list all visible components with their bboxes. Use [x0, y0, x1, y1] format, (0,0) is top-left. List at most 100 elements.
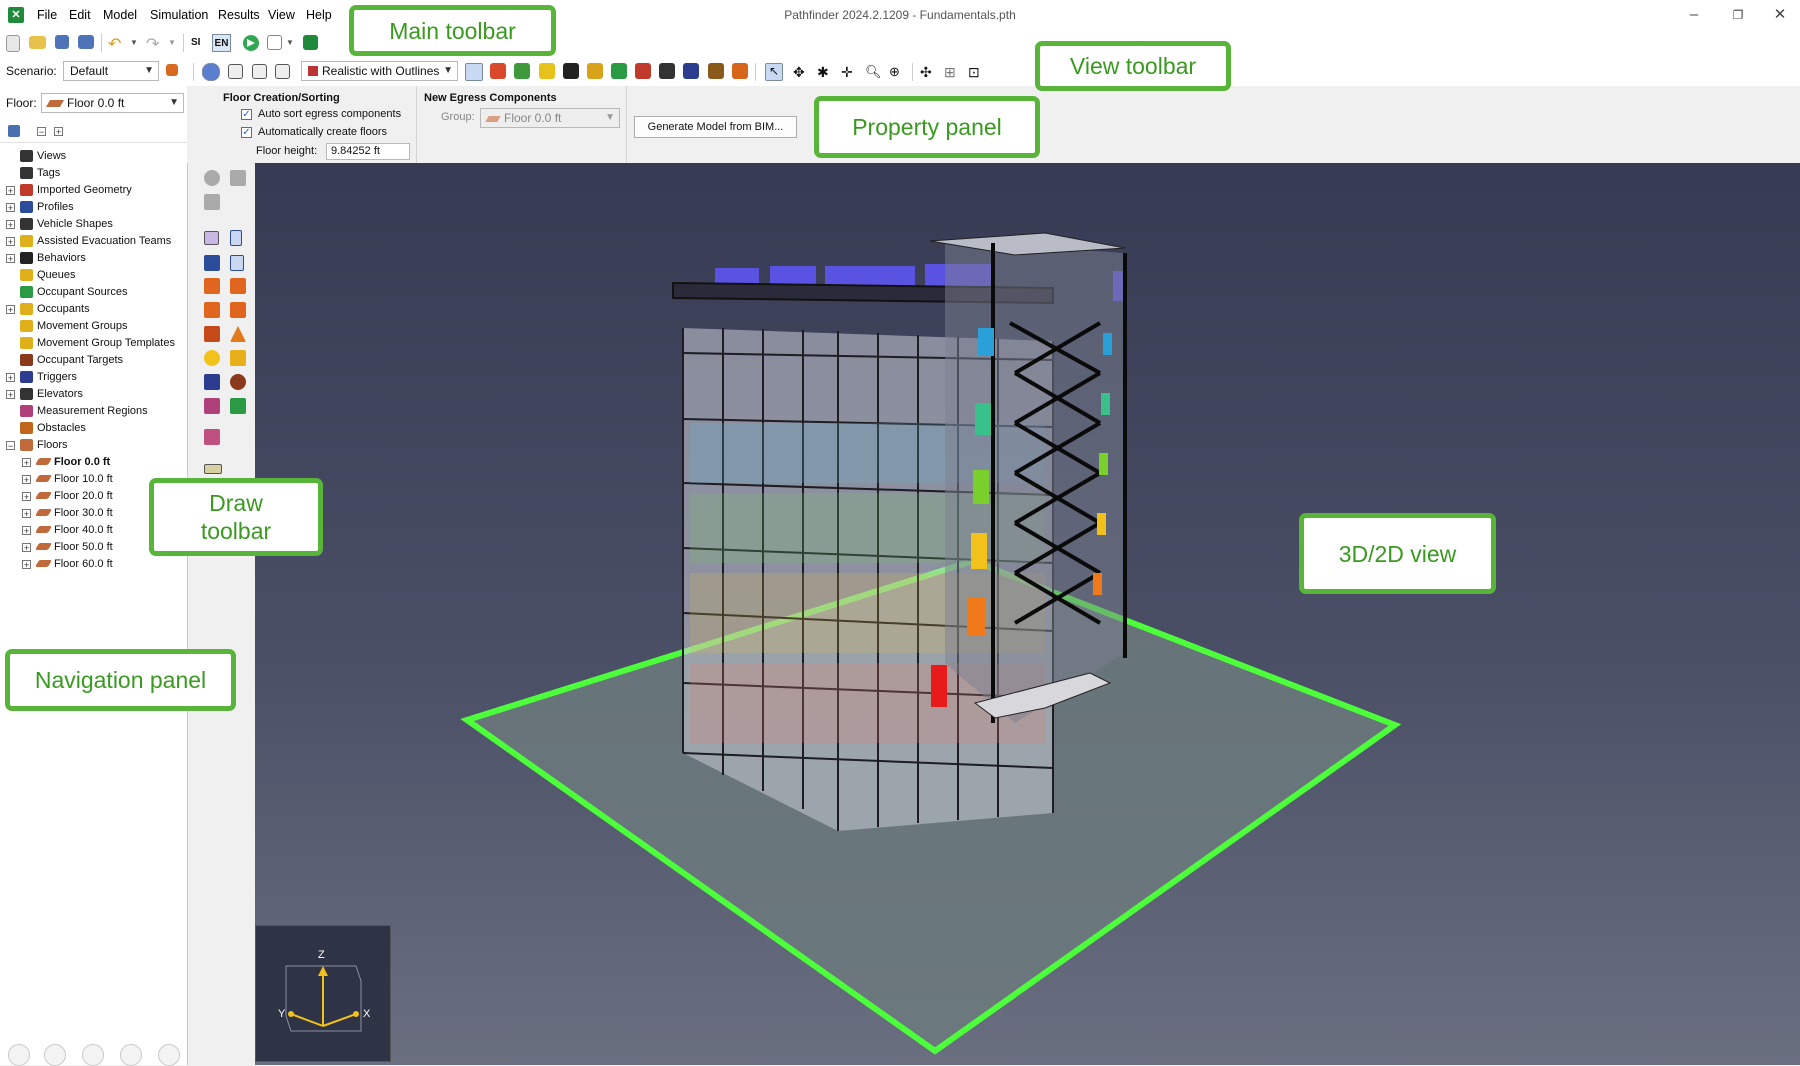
show-elevators-icon[interactable]	[708, 63, 724, 79]
ramp-icon[interactable]	[230, 278, 246, 294]
close-button[interactable]: ✕	[1760, 4, 1800, 26]
tree-expander-icon[interactable]: +	[6, 373, 15, 383]
zoom-box-icon[interactable]: ⊕	[889, 64, 900, 80]
view-paste-icon[interactable]	[252, 64, 267, 79]
tree-item-imported-geometry[interactable]: Imported Geometry	[37, 182, 132, 198]
target-icon[interactable]	[230, 374, 246, 390]
zoom-selected-icon[interactable]: ⊡	[968, 64, 980, 81]
tree-expander-icon[interactable]: +	[22, 560, 31, 570]
open-folder-icon[interactable]	[29, 36, 46, 49]
tree-expander-icon[interactable]: +	[22, 526, 31, 536]
group-select[interactable]: Floor 0.0 ft ▼	[480, 108, 620, 128]
tree-item-views[interactable]: Views	[37, 148, 66, 164]
redo-icon[interactable]: ↷	[146, 34, 159, 54]
tree-item-movement-group-templates[interactable]: Movement Group Templates	[37, 335, 175, 351]
tree-expander-icon[interactable]: +	[6, 186, 15, 196]
show-targets-icon[interactable]	[659, 63, 675, 79]
minimize-button[interactable]: –	[1674, 4, 1714, 26]
show-regions-icon[interactable]	[635, 63, 651, 79]
nav-filter-icon[interactable]	[8, 125, 20, 137]
copy-icon[interactable]	[120, 1044, 142, 1066]
tree-expander-icon[interactable]: +	[6, 390, 15, 400]
si-units-button[interactable]: SI	[191, 37, 200, 48]
floor-select[interactable]: Floor 0.0 ft ▼	[41, 93, 184, 113]
restore-button[interactable]: ❐	[1718, 4, 1758, 26]
tree-item-behaviors[interactable]: Behaviors	[37, 250, 86, 266]
run-results-icon[interactable]	[303, 35, 318, 50]
undo-dropdown-icon[interactable]: ▼	[130, 38, 138, 47]
rotate-tool-icon[interactable]	[230, 170, 246, 186]
scenario-select[interactable]: Default ▼	[63, 61, 159, 81]
tree-floor-item[interactable]: Floor 60.0 ft	[54, 556, 113, 572]
tree-expander-icon[interactable]: −	[6, 441, 15, 451]
forward-icon[interactable]	[44, 1044, 66, 1066]
floor-height-input[interactable]: 9.84252 ft	[326, 143, 410, 160]
redo-dropdown-icon[interactable]: ▼	[168, 38, 176, 47]
tree-expander-icon[interactable]: +	[22, 492, 31, 502]
stair-icon[interactable]	[204, 278, 220, 294]
show-behaviors-icon[interactable]	[563, 63, 579, 79]
tree-item-occupant-targets[interactable]: Occupant Targets	[37, 352, 123, 368]
occupant-group-icon[interactable]	[230, 350, 246, 366]
roam-tool-icon[interactable]: ✣	[920, 64, 932, 81]
tree-floor-item[interactable]: Floor 20.0 ft	[54, 488, 113, 504]
orbit-view-icon[interactable]	[202, 63, 220, 81]
measurement-region-icon[interactable]	[204, 398, 220, 414]
show-groups-icon[interactable]	[587, 63, 603, 79]
collapse-all-icon[interactable]: −	[37, 127, 46, 137]
show-doors-icon[interactable]	[490, 63, 506, 79]
ruler-icon[interactable]	[204, 464, 222, 474]
show-navmesh-icon[interactable]	[465, 63, 483, 81]
tree-item-elevators[interactable]: Elevators	[37, 386, 83, 402]
zoom-extents-icon[interactable]: ⊞	[944, 64, 956, 81]
edit-icon[interactable]	[82, 1044, 104, 1066]
tree-expander-icon[interactable]: +	[6, 237, 15, 247]
back-icon[interactable]	[8, 1044, 30, 1066]
occupant-icon[interactable]	[204, 350, 220, 366]
door-icon[interactable]	[230, 255, 244, 271]
tree-item-triggers[interactable]: Triggers	[37, 369, 77, 385]
tree-expander-icon[interactable]: +	[6, 305, 15, 315]
en-units-button[interactable]: EN	[212, 34, 231, 52]
tree-item-measurement-regions[interactable]: Measurement Regions	[37, 403, 148, 419]
obstacle-icon[interactable]	[230, 326, 246, 342]
tree-expander-icon[interactable]: +	[22, 475, 31, 485]
orbit-tool-icon[interactable]: ✥	[793, 64, 805, 81]
walkway-icon[interactable]	[230, 302, 246, 318]
tree-floor-item[interactable]: Floor 0.0 ft	[54, 454, 110, 470]
expand-all-icon[interactable]: +	[54, 127, 63, 137]
tree-floor-item[interactable]: Floor 30.0 ft	[54, 505, 113, 521]
show-obstacles-icon[interactable]	[732, 63, 748, 79]
tree-item-occupant-sources[interactable]: Occupant Sources	[37, 284, 128, 300]
show-occupants-icon[interactable]	[539, 63, 555, 79]
show-rooms-icon[interactable]	[514, 63, 530, 79]
tree-expander-icon[interactable]: +	[6, 220, 15, 230]
tree-expander-icon[interactable]: +	[22, 458, 31, 468]
tree-item-floors[interactable]: Floors	[37, 437, 68, 453]
tree-item-vehicle-shapes[interactable]: Vehicle Shapes	[37, 216, 113, 232]
paint-icon[interactable]	[204, 429, 220, 445]
pan-tool-icon[interactable]: ✛	[841, 64, 853, 81]
view-copy-icon[interactable]	[228, 64, 243, 79]
tree-item-tags[interactable]: Tags	[37, 165, 60, 181]
source-icon[interactable]	[230, 398, 246, 414]
trigger-icon[interactable]	[204, 374, 220, 390]
polygon-room-icon[interactable]	[204, 231, 219, 245]
move-tool-icon[interactable]	[204, 170, 220, 186]
tree-item-assisted-evacuation-teams[interactable]: Assisted Evacuation Teams	[37, 233, 171, 249]
save-all-icon[interactable]	[78, 35, 94, 49]
search-icon[interactable]	[158, 1044, 180, 1066]
tree-item-profiles[interactable]: Profiles	[37, 199, 74, 215]
tree-expander-icon[interactable]: +	[22, 509, 31, 519]
new-file-icon[interactable]	[6, 35, 20, 52]
results-dropdown-icon[interactable]: ▼	[286, 38, 294, 47]
generate-from-bim-button[interactable]: Generate Model from BIM...	[634, 116, 797, 138]
show-sources-icon[interactable]	[611, 63, 627, 79]
show-triggers-icon[interactable]	[683, 63, 699, 79]
elevator-icon[interactable]	[204, 326, 220, 342]
zoom-tool-icon[interactable]: 🔍︎	[865, 64, 882, 80]
tree-expander-icon[interactable]: +	[6, 254, 15, 264]
tree-item-movement-groups[interactable]: Movement Groups	[37, 318, 127, 334]
save-icon[interactable]	[55, 35, 69, 49]
tree-floor-item[interactable]: Floor 40.0 ft	[54, 522, 113, 538]
